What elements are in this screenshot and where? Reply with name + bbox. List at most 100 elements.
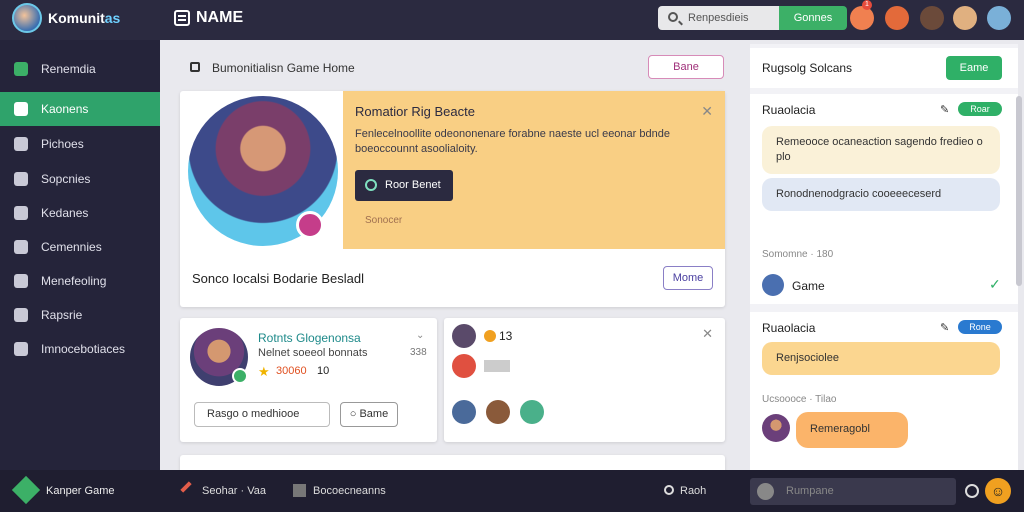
hero-panel-title: Romatior Rig Beacte	[355, 104, 475, 119]
avatar[interactable]	[953, 6, 977, 30]
coin-icon	[484, 330, 496, 342]
sidebar-item-6[interactable]: Menefeoling	[0, 264, 160, 298]
emoji-icon[interactable]: ☺	[985, 478, 1011, 504]
sidebar-item-5[interactable]: Cemennies	[0, 230, 160, 264]
level-badge	[296, 211, 324, 239]
right-header-title: Rugsolg Solcans	[762, 61, 853, 75]
profile-action-button[interactable]: ○ Bame	[340, 402, 398, 427]
status-badge: Roar	[958, 102, 1002, 116]
close-icon[interactable]: ✕	[702, 326, 713, 342]
avatar[interactable]	[452, 400, 476, 424]
star-icon: ★	[258, 364, 270, 379]
game-label[interactable]: Game	[792, 279, 825, 293]
sidebar-item-2[interactable]: Pichoes	[0, 127, 160, 161]
bottom-item[interactable]: Raoh	[680, 485, 706, 497]
sidebar-item-0[interactable]: Renemdia	[0, 52, 160, 86]
sidebar: Renemdia Kaonens Pichoes Sopcnies Kedane…	[0, 40, 160, 470]
profile-card: Rotnts Glogenonsa ⌄ Nelnet soeeol bonnat…	[180, 318, 437, 442]
profile-subtitle: Nelnet soeeol bonnats	[258, 347, 368, 359]
search-input[interactable]: Renpesdieis	[658, 6, 780, 30]
hero-panel: Romatior Rig Beacte ✕ Fenlecelnoollite o…	[343, 91, 725, 249]
gear-icon	[14, 172, 28, 186]
search-icon: ○	[349, 408, 360, 420]
avatar[interactable]	[452, 354, 476, 378]
home-button[interactable]: Mome	[663, 266, 713, 290]
avatar[interactable]	[452, 324, 476, 348]
chat-bubble: Ronodnenodgracio cooeeeceserd	[762, 178, 1000, 211]
chat-bubble: Renjsociolee	[762, 342, 1000, 375]
chat-input[interactable]: Rumpane	[750, 478, 956, 505]
page-title: NAME	[196, 9, 244, 26]
diamond-icon	[14, 62, 28, 76]
right-header-button[interactable]: Eame	[946, 56, 1002, 80]
avatar[interactable]	[520, 400, 544, 424]
sidebar-item-3[interactable]: Sopcnies	[0, 162, 160, 196]
profile-count: 338	[410, 347, 427, 358]
sidebar-item-4[interactable]: Kedanes	[0, 196, 160, 230]
avatar[interactable]	[762, 274, 784, 296]
sidebar-item-1[interactable]: Kaonens	[0, 92, 160, 126]
chat-bubble: Remeooce ocaneaction sagendo fredieo o p…	[762, 126, 1000, 174]
breadcrumb[interactable]: Bumonitialisn Game Home	[212, 61, 355, 75]
right-header: Rugsolg Solcans Eame	[750, 48, 1018, 88]
online-badge	[232, 368, 248, 384]
friends-card: 13 ✕	[444, 318, 725, 442]
chevron-down-icon[interactable]: ⌄	[416, 330, 424, 341]
hero-panel-note: Sonocer	[365, 215, 403, 226]
chat-title: Ruaolacia	[762, 321, 816, 335]
search-icon	[668, 12, 678, 22]
top-bar: Komunitas NAME Renpesdieis Gonnes 1	[0, 0, 1024, 40]
scrollbar[interactable]	[1016, 96, 1022, 286]
bottom-item[interactable]: Seohar · Vaa	[202, 485, 266, 497]
notification-badge: 1	[862, 0, 872, 10]
game-label[interactable]: Kanper Game	[46, 485, 114, 497]
search-placeholder: Renpesdieis	[688, 12, 749, 24]
message-input[interactable]: Rasgo o medhiooe	[194, 402, 330, 427]
clock-icon	[365, 179, 377, 191]
profile-title[interactable]: Rotnts Glogenonsa	[258, 331, 361, 345]
profile-rank: 10	[317, 365, 330, 377]
hero-action-button[interactable]: Roor Benet	[355, 170, 453, 201]
section-label: Ucsoooce · Tilao	[762, 394, 837, 405]
avatar[interactable]	[486, 400, 510, 424]
sidebar-item-7[interactable]: Rapsrie	[0, 298, 160, 332]
chat-card: Ruaolacia ✎ Roar Remeooce ocaneaction sa…	[750, 94, 1018, 304]
section-label: Somomne · 180	[762, 249, 834, 260]
bottom-bar: Kanper Game Seohar · Vaa Bocoecneanns Ra…	[0, 470, 1024, 512]
folder-icon	[14, 137, 28, 151]
top-action-button[interactable]: Bane	[648, 55, 724, 79]
circle-icon	[664, 485, 674, 495]
avatar[interactable]	[850, 6, 874, 30]
pencil-icon	[180, 481, 192, 493]
edit-icon[interactable]: ✎	[940, 321, 949, 334]
edit-icon[interactable]: ✎	[940, 103, 949, 116]
avatar	[757, 483, 774, 500]
search-button[interactable]: Gonnes	[779, 6, 847, 30]
hero-panel-description: Fenlecelnoollite odeononenare forabne na…	[355, 128, 670, 155]
home-icon	[190, 62, 200, 72]
brand-logo[interactable]	[12, 3, 42, 33]
avatar[interactable]	[920, 6, 944, 30]
avatar[interactable]	[885, 6, 909, 30]
avatar[interactable]	[987, 6, 1011, 30]
sidebar-item-8[interactable]: Imnocebotiaces	[0, 332, 160, 366]
chat-icon	[14, 206, 28, 220]
settings-icon[interactable]	[965, 484, 979, 498]
status-badge	[484, 360, 510, 372]
close-icon[interactable]: ✕	[701, 103, 713, 120]
bottom-item[interactable]: Bocoecneanns	[313, 485, 386, 497]
chat-card: Ruaolacia ✎ Rone Renjsociolee Ucsoooce ·…	[750, 312, 1018, 472]
list-icon	[174, 10, 190, 26]
brand-name[interactable]: Komunitas	[48, 10, 120, 26]
user-icon	[14, 102, 28, 116]
avatar[interactable]	[762, 414, 790, 442]
chat-bubble: Remeragobl	[796, 412, 908, 448]
hero-caption: Sonco Iocalsi Bodarie Besladl	[192, 271, 364, 286]
game-icon	[11, 475, 41, 505]
square-icon	[293, 484, 306, 497]
status-badge: Rone	[958, 320, 1002, 334]
profile-score: 30060	[276, 365, 307, 377]
chat-title: Ruaolacia	[762, 103, 816, 117]
briefcase-icon	[14, 308, 28, 322]
check-icon: ✓	[989, 276, 1001, 292]
